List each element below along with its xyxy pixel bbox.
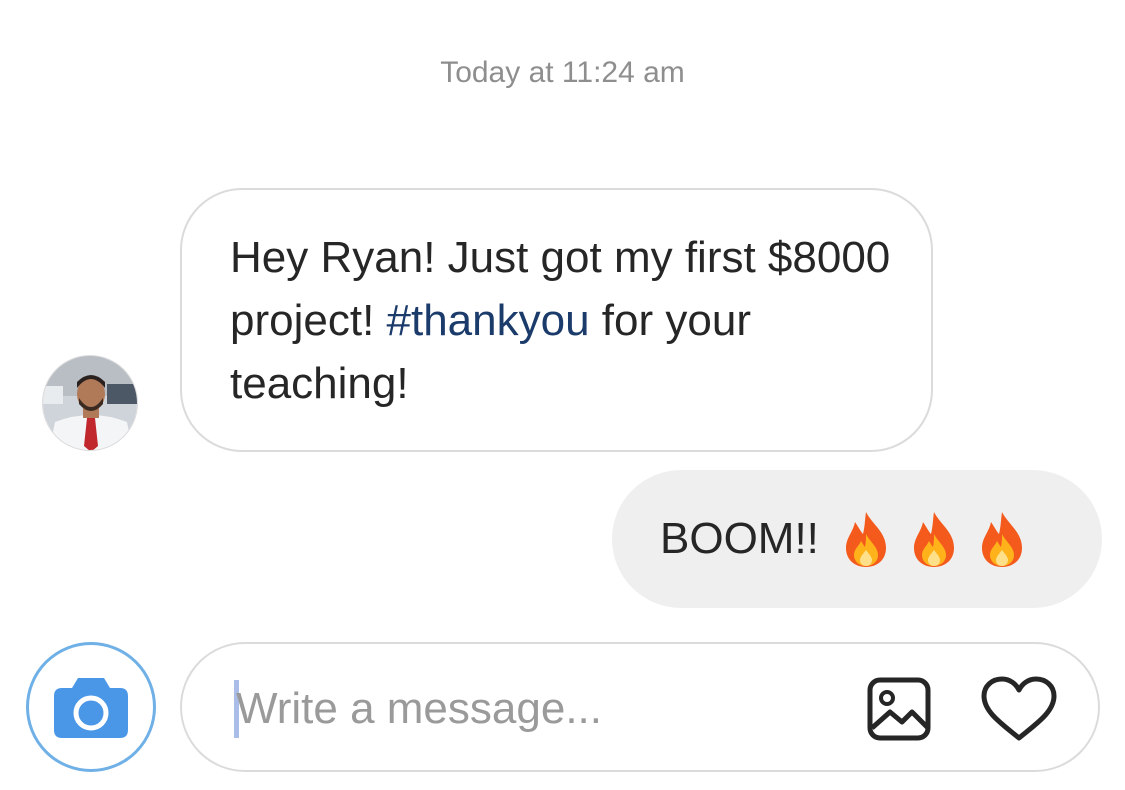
- direct-message-thread: Today at 11:24 am Hey Ryan! Just got my …: [0, 0, 1125, 790]
- avatar-photo: [43, 356, 137, 450]
- heart-icon[interactable]: [980, 676, 1058, 742]
- image-icon[interactable]: [866, 676, 932, 742]
- fire-emoji: [913, 512, 954, 567]
- emoji-group: [841, 510, 1027, 568]
- message-timestamp: Today at 11:24 am: [440, 56, 685, 89]
- fire-emoji: [845, 512, 886, 567]
- sender-avatar[interactable]: [42, 355, 138, 451]
- incoming-message-bubble[interactable]: Hey Ryan! Just got my first $8000 projec…: [180, 188, 933, 452]
- fire-emoji: [981, 512, 1022, 567]
- camera-icon: [54, 678, 128, 738]
- hashtag-link[interactable]: #thankyou: [387, 296, 590, 345]
- message-composer: [180, 642, 1100, 772]
- outgoing-message-bubble[interactable]: BOOM!!: [612, 470, 1102, 608]
- camera-button[interactable]: [26, 642, 156, 772]
- message-text: BOOM!!: [660, 514, 819, 563]
- message-input[interactable]: [236, 674, 836, 744]
